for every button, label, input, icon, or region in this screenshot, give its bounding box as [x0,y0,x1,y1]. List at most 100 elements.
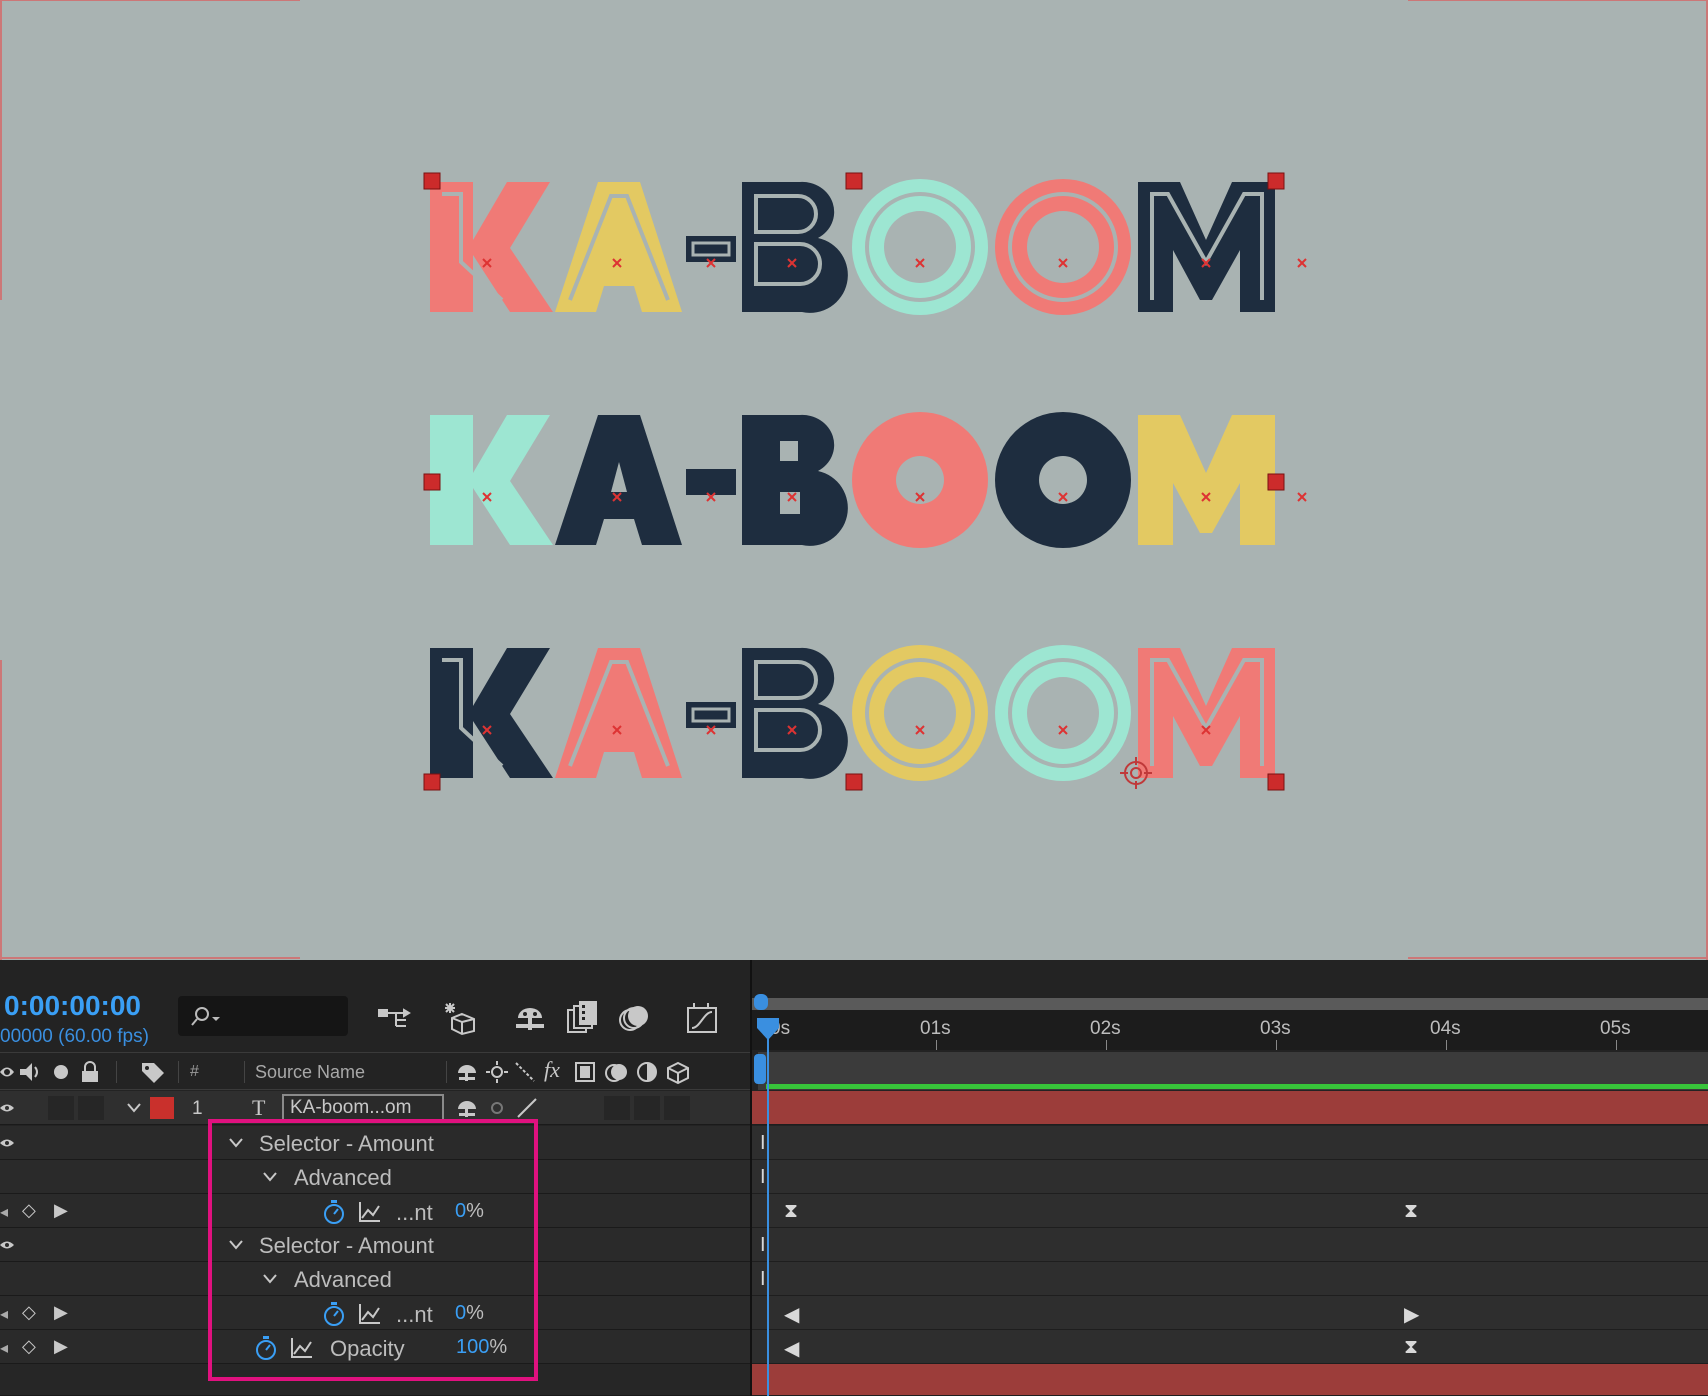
search-icon [191,1007,220,1026]
dash [686,469,736,495]
letter-k [430,415,553,545]
motion-blur-switch-icon[interactable] [604,1061,630,1083]
track-row [752,1126,1708,1160]
track-row [752,1160,1708,1194]
keyframe-icon[interactable]: ⧗ [1404,1336,1418,1359]
graph-editor-icon[interactable] [684,1000,720,1036]
prev-keyframe-icon[interactable]: ◂ [0,1202,8,1222]
shy-switch-icon[interactable] [456,1061,478,1083]
letter-o-2 [995,645,1131,781]
letter-o-1 [852,179,988,315]
current-timecode[interactable]: 0:00:00:00 [4,990,141,1022]
audio-icon[interactable] [18,1061,42,1083]
shy-switch-icon[interactable] [456,1097,478,1119]
letter-m [1138,182,1275,312]
next-keyframe-icon[interactable]: ▶ [54,1336,68,1357]
layer-label-color[interactable] [150,1097,174,1119]
frame-blending-icon[interactable] [564,1000,600,1036]
audio-toggle[interactable] [48,1096,74,1120]
layer-search-input[interactable] [178,996,348,1036]
ruler-tick-2: 02s [1090,1018,1121,1039]
frame-rate-label: 00000 (60.00 fps) [0,1026,149,1047]
comp-flowchart-icon[interactable] [376,1000,412,1036]
letter-o-2 [995,179,1131,315]
work-area-start-handle[interactable] [754,1054,766,1084]
column-source-name-label[interactable]: Source Name [255,1062,365,1083]
range-marker-icon[interactable]: I [760,1132,766,1155]
render-bar [766,1084,1708,1089]
keyframe-icon[interactable]: ◀ [784,1302,799,1327]
letter-a [555,182,682,312]
text-line-3 [430,645,1275,781]
track-row [752,1330,1708,1364]
add-keyframe-icon[interactable]: ◇ [22,1200,36,1221]
range-marker-icon[interactable]: I [760,1234,766,1257]
add-keyframe-icon[interactable]: ◇ [22,1302,36,1323]
letter-b [742,414,848,546]
keyframe-icon[interactable]: ◀ [784,1336,799,1361]
adjustment-toggle[interactable] [634,1096,660,1120]
track-row [752,1194,1708,1228]
frame-blend-switch-icon[interactable] [574,1061,596,1083]
add-keyframe-icon[interactable]: ◇ [22,1336,36,1357]
collapse-transform-icon[interactable] [486,1061,508,1083]
letter-b [742,647,848,779]
shy-layers-icon[interactable] [512,1000,548,1036]
draft-3d-icon[interactable] [444,1000,480,1036]
solo-icon[interactable] [52,1061,70,1083]
layer-duration-bar[interactable] [752,1364,1708,1396]
3d-layer-icon[interactable] [666,1061,690,1085]
keyframe-icon[interactable]: ⧗ [784,1200,798,1223]
motion-blur-icon[interactable] [616,1000,652,1036]
letter-b [742,181,848,313]
prev-keyframe-icon[interactable]: ◂ [0,1338,8,1358]
quality-icon[interactable] [514,1061,536,1083]
composition-canvas[interactable] [0,0,1708,960]
eye-icon[interactable] [0,1101,14,1115]
eye-icon[interactable] [0,1136,14,1150]
letter-a [555,648,682,778]
prev-keyframe-icon[interactable]: ◂ [0,1304,8,1324]
text-line-2 [430,412,1275,548]
quality-switch-icon[interactable] [516,1097,538,1119]
ruler-tick-5: 05s [1600,1018,1631,1039]
navigator-start-handle[interactable] [754,994,768,1010]
next-keyframe-icon[interactable]: ▶ [54,1200,68,1221]
letter-o-1 [852,645,988,781]
eye-icon[interactable] [0,1061,14,1083]
playhead-line[interactable] [767,1026,769,1396]
chevron-down-icon[interactable] [126,1101,142,1115]
track-row [752,1262,1708,1296]
effects-fx-icon[interactable]: fx [544,1057,560,1083]
navigator-bar[interactable] [752,998,1708,1010]
ruler-tick-3: 03s [1260,1018,1291,1039]
collapse-transform-icon[interactable] [486,1097,508,1119]
eye-icon[interactable] [0,1238,14,1252]
playhead-handle-icon[interactable] [755,1016,781,1042]
lock-icon[interactable] [80,1061,100,1083]
time-ruler[interactable] [752,1010,1708,1050]
letter-m [1138,648,1275,778]
keyframe-icon[interactable]: ▶ [1404,1302,1419,1327]
range-marker-icon[interactable]: I [760,1166,766,1189]
motion-blur-toggle[interactable] [604,1096,630,1120]
layer-name-field[interactable]: KA-boom...om [282,1094,444,1122]
text-layer-icon: T [252,1095,266,1120]
letter-a [555,415,682,545]
ruler-tick-4: 04s [1430,1018,1461,1039]
adjustment-layer-icon[interactable] [636,1061,658,1083]
ruler-tick-1: 01s [920,1018,951,1039]
keyframe-icon[interactable]: ⧗ [1404,1200,1418,1223]
next-keyframe-icon[interactable]: ▶ [54,1302,68,1323]
composition-viewer[interactable] [0,0,1708,960]
highlight-box [208,1119,538,1381]
range-marker-icon[interactable]: I [760,1268,766,1291]
3d-toggle[interactable] [664,1096,690,1120]
solo-toggle[interactable] [78,1096,104,1120]
label-tag-icon[interactable] [140,1061,166,1085]
track-row [752,1296,1708,1330]
layer-duration-bar[interactable] [752,1091,1708,1125]
letter-o-1 [852,412,988,548]
layer-column-header: # Source Name fx [0,1052,750,1090]
letter-m [1138,415,1275,545]
